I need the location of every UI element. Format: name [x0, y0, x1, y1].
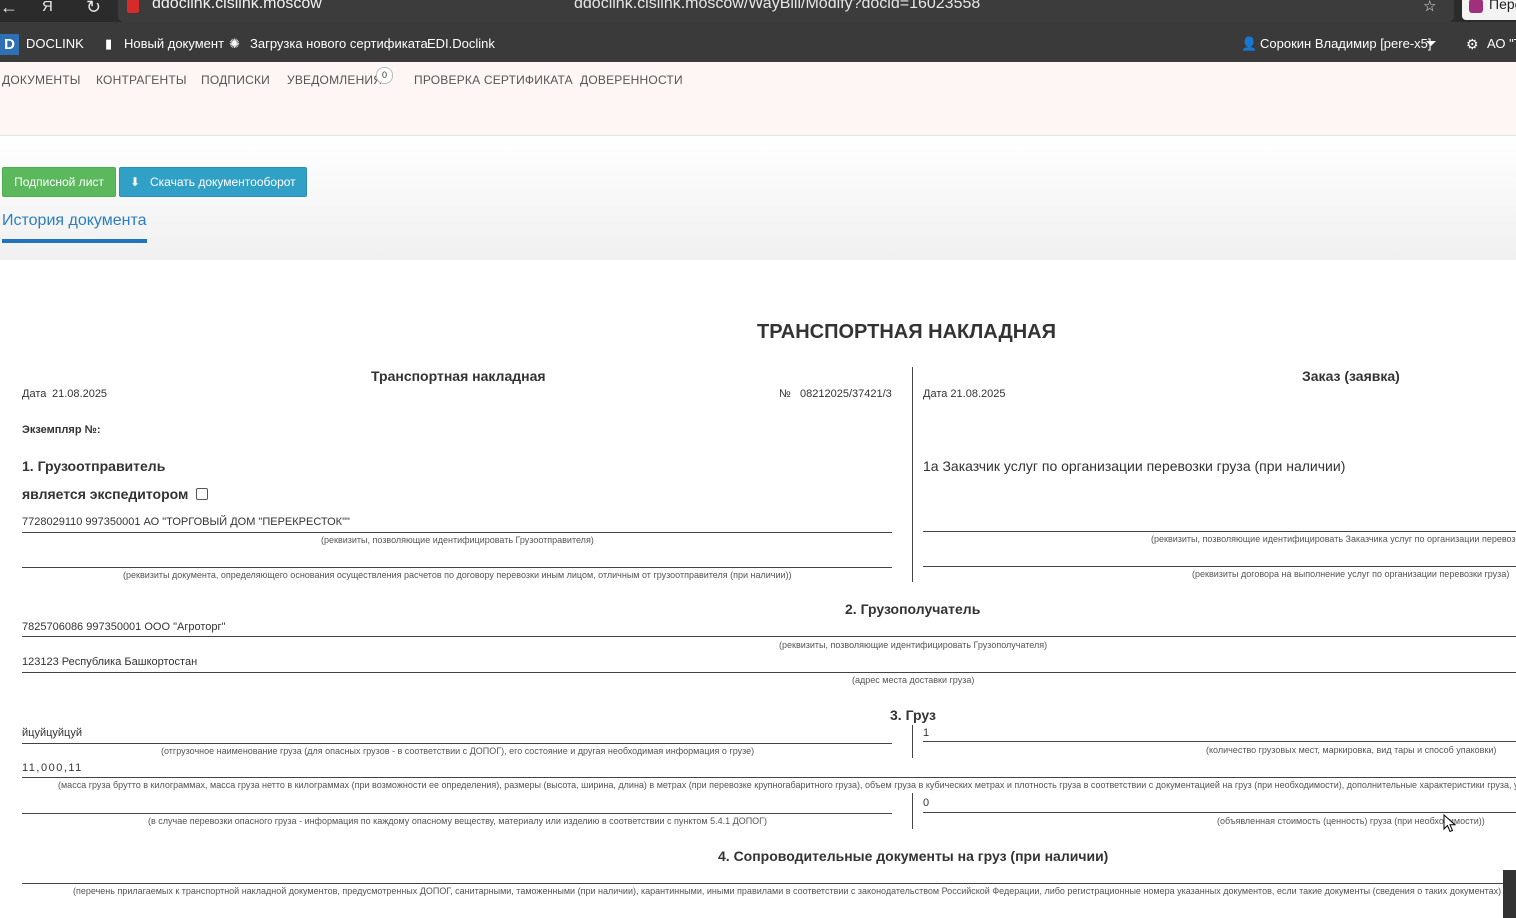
section-1-title: 1. Грузоотправитель [22, 458, 166, 474]
section-3-title: 3. Груз [890, 707, 936, 723]
delivery-address-hint: (адрес места доставки груза) [852, 675, 975, 685]
cargo-places-value[interactable]: 1 [923, 727, 929, 739]
address-url[interactable]: ddoclink.cislink.moscow/WayBill/Modify?d… [574, 0, 980, 13]
date-value: 21.08.2025 [52, 388, 108, 400]
contract-line [923, 566, 1516, 567]
doclink-logo[interactable]: D [0, 34, 19, 55]
document-title: ТРАНСПОРТНАЯ НАКЛАДНАЯ [757, 321, 1056, 343]
download-workflow-button[interactable]: ⬇ Скачать документооборот [119, 167, 307, 197]
forwarder-checkbox[interactable] [196, 488, 208, 500]
consignee-hint: (реквизиты, позволяющие идентифицировать… [779, 640, 1048, 650]
yandex-icon[interactable]: Я [42, 0, 53, 15]
certificate-icon: ✺ [229, 36, 240, 51]
back-icon[interactable]: ← [0, 0, 18, 18]
cargo-name-hint: (отгрузочное наименование груза (для опа… [161, 746, 755, 756]
number-label: № [779, 388, 791, 400]
cargo-places-hint: (количество грузовых мест, маркировка, в… [1206, 745, 1497, 755]
cargo-mass-line [22, 777, 1516, 778]
payment-basis-line [22, 567, 892, 568]
payment-basis-hint: (реквизиты документа, определяющего осно… [123, 570, 792, 580]
menu-powers-of-attorney[interactable]: ДОВЕРЕННОСТИ [580, 73, 683, 87]
user-icon: 👤 [1241, 36, 1258, 51]
dangerous-goods-hint: (в случае перевозки опасного груза - инф… [148, 816, 768, 826]
chevron-down-icon[interactable] [1426, 41, 1436, 46]
document-form: ТРАНСПОРТНАЯ НАКЛАДНАЯ Транспортная накл… [2, 260, 1516, 918]
section-1a-title: 1а Заказчик услуг по организации перевоз… [923, 458, 1346, 474]
signature-sheet-button[interactable]: Подписной лист [2, 167, 116, 197]
new-document-link[interactable]: Новый документ [124, 36, 224, 51]
customer-line [923, 531, 1516, 532]
cargo-mass-hint: (масса груза брутто в килограммах, масса… [58, 780, 1516, 790]
menu-certificate-check[interactable]: ПРОВЕРКА СЕРТИФИКАТА [414, 73, 573, 87]
delivery-address-value[interactable]: 123123 Республика Башкортостан [22, 656, 197, 668]
forwarder-label: является экспедитором [22, 486, 189, 502]
tab-document-history[interactable]: История документа [2, 212, 147, 230]
brand-link[interactable]: DOCLINK [26, 36, 84, 51]
accompanying-docs-line [22, 883, 1516, 884]
consignee-line [22, 636, 1516, 637]
shipper-line [22, 532, 892, 533]
side-panel-handle[interactable] [1503, 870, 1516, 918]
shipper-value[interactable]: 7728029110 997350001 АО "ТОРГОВЫЙ ДОМ "П… [22, 516, 350, 528]
order-header: Заказ (заявка) [1302, 368, 1400, 384]
actions-area [0, 136, 1516, 260]
date-label: Дата [22, 388, 47, 400]
order-date: Дата 21.08.2025 [923, 388, 1006, 400]
cargo-name-line [22, 743, 892, 744]
number-value: 08212025/37421/3 [800, 388, 892, 400]
org-menu[interactable]: АО "Т [1487, 36, 1516, 51]
edi-link[interactable]: EDI.Doclink [427, 36, 495, 51]
active-tab-underline [2, 239, 147, 243]
user-menu[interactable]: Сорокин Владимир [pere-x5] [1260, 36, 1432, 51]
cargo-places-line [923, 741, 1516, 742]
menu-contractors[interactable]: КОНТРАГЕНТЫ [96, 73, 187, 87]
new-document-icon: ▮ [105, 36, 113, 51]
declared-value-line [923, 812, 1516, 813]
shipper-hint: (реквизиты, позволяющие идентифицировать… [321, 535, 594, 545]
cargo-name-value[interactable]: йцуйцуйцуй [22, 727, 82, 739]
consignee-value[interactable]: 7825706086 997350001 ООО "Агроторг" [22, 621, 225, 633]
bookmark-icon[interactable]: ☆ [1423, 0, 1436, 15]
section-2-title: 2. Грузополучатель [845, 601, 981, 617]
menu-documents[interactable]: ДОКУМЕНТЫ [2, 73, 81, 87]
download-icon: ⬇ [130, 175, 141, 189]
cargo-mass-value[interactable]: 11,000,11 [22, 762, 83, 774]
reload-icon[interactable]: ↻ [86, 0, 101, 18]
cargo-divider-2 [912, 793, 913, 829]
accompanying-docs-hint: (перечень прилагаемых к транспортной нак… [73, 886, 1509, 896]
menu-notifications[interactable]: УВЕДОМЛЕНИЯ [287, 73, 382, 87]
waybill-header: Транспортная накладная [371, 368, 546, 384]
mouse-cursor-icon [1443, 814, 1457, 833]
gear-icon[interactable]: ⚙ [1466, 36, 1479, 53]
declared-value[interactable]: 0 [923, 797, 929, 809]
delivery-address-line [22, 672, 1516, 673]
menu-subscriptions[interactable]: ПОДПИСКИ [201, 73, 270, 87]
dangerous-goods-line [22, 813, 892, 814]
notifications-badge: 0 [376, 67, 393, 84]
customer-hint: (реквизиты, позволяющие идентифицировать… [1151, 534, 1516, 544]
cargo-divider-1 [912, 725, 913, 758]
column-divider [912, 367, 913, 582]
upload-certificate-link[interactable]: Загрузка нового сертификата [250, 36, 428, 51]
extension-label: Пере [1489, 0, 1516, 12]
download-workflow-label: Скачать документооборот [150, 175, 296, 189]
section-4-title: 4. Сопроводительные документы на груз (п… [718, 848, 1109, 864]
translate-icon [1469, 0, 1483, 13]
contract-hint: (реквизиты договора на выполнение услуг … [1192, 569, 1510, 579]
security-warning-icon[interactable] [127, 0, 139, 13]
copy-number-label: Экземпляр №: [22, 424, 101, 436]
address-host: ddoclink.cislink.moscow [152, 0, 322, 12]
